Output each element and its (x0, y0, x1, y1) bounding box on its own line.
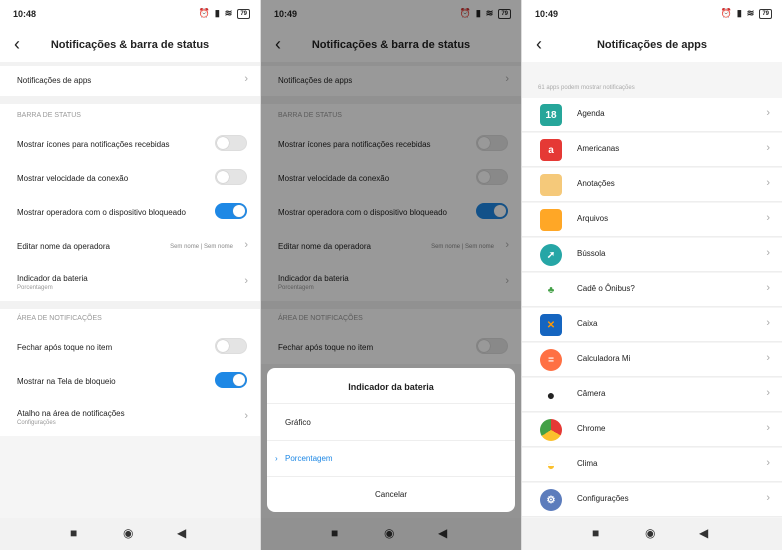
chevron-right-icon: › (766, 247, 770, 259)
chevron-right-icon: › (244, 239, 248, 251)
chevron-right-icon: › (244, 73, 248, 85)
dialog-title: Indicador da bateria (348, 382, 434, 392)
status-time: 10:48 (13, 9, 37, 19)
weather-icon: ◒ (540, 454, 562, 476)
caixa-icon: ✕ (540, 314, 562, 336)
calculator-icon: = (540, 349, 562, 371)
chevron-right-icon: › (766, 352, 770, 364)
app-notifications-item[interactable]: Notificações de apps › (0, 66, 260, 96)
chevron-right-icon: › (244, 410, 248, 422)
back-icon[interactable]: ◀ (177, 526, 186, 540)
bus-icon: ♣ (540, 279, 562, 301)
selected-chevron-icon: › (275, 454, 278, 463)
close-after-tap-toggle[interactable] (215, 338, 247, 354)
battery-icon: 79 (759, 8, 772, 19)
chevron-right-icon: › (766, 492, 770, 504)
page-title: Notificações & barra de status (50, 39, 210, 51)
screen-settings-status-bar: 10:48 ⏰ ▮ ≋ 79 ‹ Notificações & barra de… (0, 0, 260, 550)
app-item[interactable]: 18 Agenda › (522, 98, 782, 132)
nav-bar: ■ ◉ ◀ (522, 518, 782, 550)
chevron-right-icon: › (766, 457, 770, 469)
home-icon[interactable]: ◉ (123, 526, 133, 540)
chevron-right-icon: › (766, 387, 770, 399)
status-time: 10:49 (535, 9, 559, 19)
show-speed-toggle[interactable] (215, 169, 247, 185)
chrome-icon (540, 419, 562, 441)
chevron-right-icon: › (766, 107, 770, 119)
battery-indicator-row[interactable]: Indicador da bateria Porcentagem › (0, 263, 260, 301)
wifi-icon: ≋ (746, 8, 755, 18)
edit-carrier-row[interactable]: Editar nome da operadora Sem nome | Sem … (0, 229, 260, 263)
section-status-bar: BARRA DE STATUS (0, 104, 260, 127)
home-icon[interactable]: ◉ (645, 526, 655, 540)
settings-icon: ⚙ (540, 489, 562, 511)
chevron-right-icon: › (766, 212, 770, 224)
cancel-button[interactable]: Cancelar (267, 490, 515, 499)
app-item[interactable]: ♣ Cadê o Ônibus? › (522, 273, 782, 307)
calendar-icon: 18 (540, 104, 562, 126)
recent-apps-icon[interactable]: ■ (70, 526, 77, 540)
back-icon[interactable]: ◀ (699, 526, 708, 540)
app-item[interactable]: ➚ Bússola › (522, 238, 782, 272)
wifi-icon: ≋ (224, 8, 233, 18)
close-after-tap-row[interactable]: Fechar após toque no item (0, 330, 260, 364)
option-graphic[interactable]: Gráfico (285, 418, 311, 427)
app-item[interactable]: Arquivos › (522, 203, 782, 237)
section-notifications: ÁREA DE NOTIFICAÇÕES (0, 309, 260, 330)
app-item[interactable]: ✕ Caixa › (522, 308, 782, 342)
alarm-icon: ⏰ (720, 8, 732, 18)
app-header: ‹ Notificações de apps (522, 28, 782, 62)
status-bar: 10:48 ⏰ ▮ ≋ 79 (0, 0, 260, 28)
compass-icon: ➚ (540, 244, 562, 266)
recent-apps-icon[interactable]: ■ (592, 526, 599, 540)
show-carrier-row[interactable]: Mostrar operadora com o dispositivo bloq… (0, 195, 260, 229)
status-bar: 10:49 ⏰ ▮ ≋ 79 (522, 0, 782, 28)
nav-bar: ■ ◉ ◀ (0, 518, 260, 550)
chevron-right-icon: › (766, 422, 770, 434)
app-item[interactable]: Chrome › (522, 413, 782, 447)
screen-app-notifications: 10:49 ⏰ ▮ ≋ 79 ‹ Notificações de apps 61… (522, 0, 782, 550)
chevron-right-icon: › (766, 177, 770, 189)
app-item[interactable]: = Calculadora Mi › (522, 343, 782, 377)
chevron-right-icon: › (766, 282, 770, 294)
signal-icon: ▮ (214, 8, 220, 18)
screen-battery-dialog: 10:49 ⏰ ▮ ≋ 79 ‹ Notificações & barra de… (261, 0, 521, 550)
notes-icon (540, 174, 562, 196)
page-title: Notificações de apps (596, 39, 708, 51)
app-item[interactable]: ◒ Clima › (522, 448, 782, 482)
battery-icon: 79 (237, 8, 250, 19)
app-item[interactable]: ● Câmera › (522, 378, 782, 412)
chevron-right-icon: › (244, 275, 248, 287)
show-lock-row[interactable]: Mostrar na Tela de bloqueio (0, 364, 260, 398)
shortcut-row[interactable]: Atalho na área de notificações Configura… (0, 398, 260, 436)
chevron-right-icon: › (766, 317, 770, 329)
chevron-right-icon: › (766, 142, 770, 154)
option-percentage[interactable]: Porcentagem (285, 454, 333, 463)
show-icons-toggle[interactable] (215, 135, 247, 151)
americanas-icon: a (540, 139, 562, 161)
show-speed-row[interactable]: Mostrar velocidade da conexão (0, 161, 260, 195)
app-header: ‹ Notificações & barra de status (0, 28, 260, 62)
app-item[interactable]: ⚙ Configurações › (522, 483, 782, 517)
show-carrier-toggle[interactable] (215, 203, 247, 219)
camera-icon: ● (540, 384, 562, 406)
signal-icon: ▮ (736, 8, 742, 18)
folder-icon (540, 209, 562, 231)
alarm-icon: ⏰ (198, 8, 210, 18)
apps-count: 61 apps podem mostrar notificações (538, 85, 635, 91)
battery-indicator-dialog: Indicador da bateria Gráfico › Porcentag… (267, 368, 515, 512)
app-item[interactable]: a Americanas › (522, 133, 782, 167)
show-lock-toggle[interactable] (215, 372, 247, 388)
show-icons-row[interactable]: Mostrar ícones para notificações recebid… (0, 127, 260, 161)
app-item[interactable]: Anotações › (522, 168, 782, 202)
